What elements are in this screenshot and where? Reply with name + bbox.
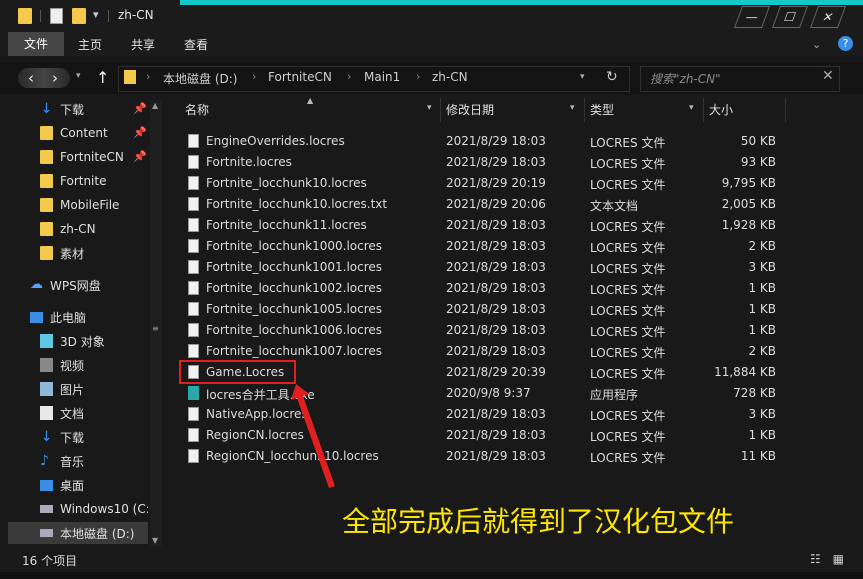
annotation-caption: 全部完成后就得到了汉化包文件 [342,505,735,538]
details-view-icon[interactable]: ☷ [810,552,821,566]
annotation-arrow-shape [291,384,335,488]
annotation-arrow [291,384,335,488]
window-bottom-edge [0,572,863,579]
status-item-count: 16 个项目 [22,554,78,568]
view-toggle[interactable]: ☷ ▦ [810,552,844,566]
tiles-view-icon[interactable]: ▦ [833,552,844,566]
